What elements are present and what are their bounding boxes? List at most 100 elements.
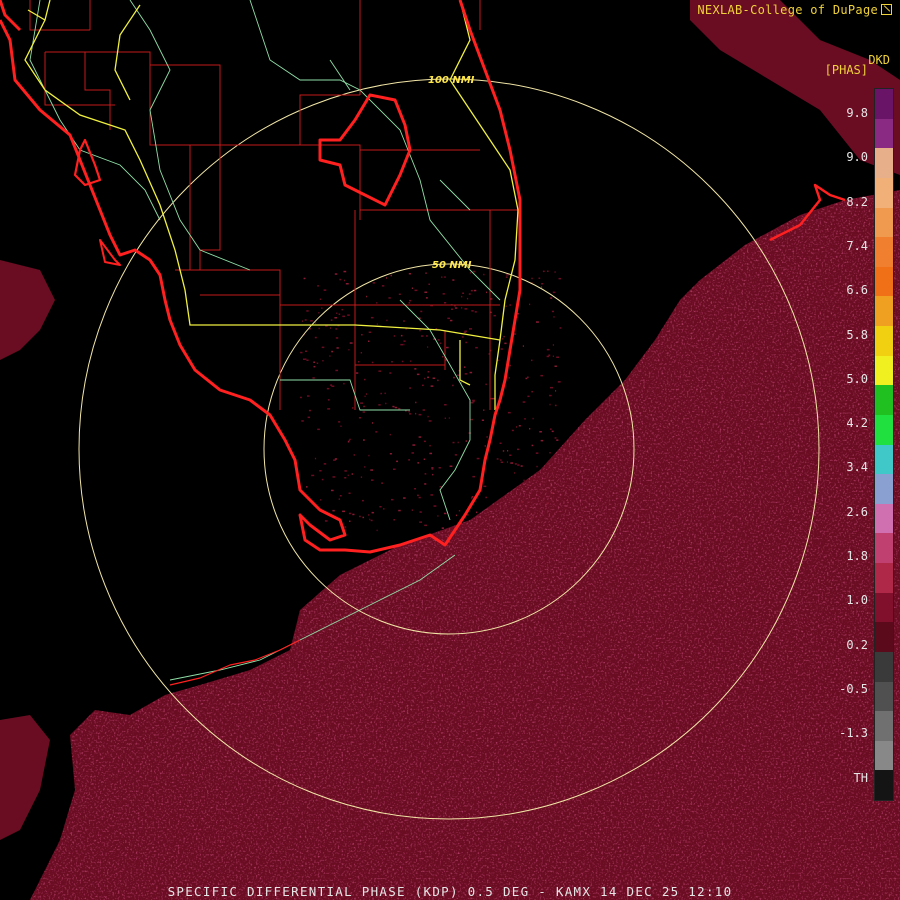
clutter-speck <box>552 355 554 357</box>
clutter-speck <box>368 514 370 516</box>
clutter-speck <box>400 334 403 337</box>
clutter-speck <box>447 317 450 320</box>
clutter-speck <box>400 343 403 346</box>
clutter-speck <box>368 331 372 333</box>
clutter-speck <box>466 297 469 300</box>
clutter-speck <box>310 320 313 322</box>
clutter-speck <box>549 452 551 454</box>
clutter-speck <box>550 297 553 299</box>
clutter-speck <box>516 426 518 428</box>
clutter-speck <box>348 512 352 515</box>
product-footer: SPECIFIC DIFFERENTIAL PHASE (KDP) 0.5 DE… <box>167 884 733 899</box>
clutter-speck <box>470 272 472 274</box>
clutter-speck <box>474 289 477 292</box>
clutter-speck <box>507 411 511 414</box>
clutter-speck <box>529 428 531 430</box>
clutter-speck <box>336 347 339 349</box>
colorbar-tick-label: 8.2 <box>846 194 868 209</box>
clutter-speck <box>476 457 480 460</box>
clutter-speck <box>348 492 351 494</box>
clutter-speck <box>339 495 342 497</box>
colorbar-units: [PHAS] <box>824 63 868 77</box>
clutter-speck <box>352 513 355 516</box>
clutter-speck <box>464 308 468 310</box>
colorbar-swatch <box>875 622 893 652</box>
clutter-speck <box>341 308 344 311</box>
clutter-speck <box>411 287 413 289</box>
clutter-speck <box>363 405 366 408</box>
clutter-speck <box>326 387 330 390</box>
clutter-speck <box>394 406 398 409</box>
clutter-speck <box>452 441 455 444</box>
clutter-speck <box>307 416 310 419</box>
clutter-speck <box>454 307 458 309</box>
clutter-speck <box>344 526 347 528</box>
clutter-speck <box>408 302 411 304</box>
clutter-speck <box>369 518 371 521</box>
clutter-speck <box>493 314 496 317</box>
colorbar-tick-label: TH <box>853 770 868 785</box>
clutter-speck <box>364 466 366 468</box>
echo-southwest <box>0 715 50 840</box>
clutter-speck <box>376 323 378 325</box>
clutter-speck <box>506 274 509 276</box>
clutter-speck <box>502 450 505 452</box>
clutter-speck <box>541 283 544 285</box>
clutter-speck <box>317 285 319 287</box>
clutter-speck <box>449 465 453 467</box>
clutter-speck <box>423 440 426 443</box>
colorbar-swatch <box>875 266 893 297</box>
clutter-speck <box>339 278 342 281</box>
clutter-speck <box>451 308 453 310</box>
clutter-speck <box>472 475 475 478</box>
clutter-speck <box>321 346 325 349</box>
clutter-speck <box>467 514 469 516</box>
clutter-speck <box>427 415 429 418</box>
clutter-speck <box>506 461 508 463</box>
clutter-speck <box>323 289 327 291</box>
clutter-speck <box>363 439 365 441</box>
clutter-speck <box>355 372 359 374</box>
colorbar-swatch <box>875 148 893 178</box>
clutter-speck <box>556 464 560 466</box>
clutter-speck <box>428 283 430 285</box>
clutter-speck <box>437 339 440 341</box>
clutter-speck <box>423 458 426 460</box>
clutter-speck <box>371 479 374 481</box>
clutter-speck <box>465 440 467 442</box>
clutter-speck <box>464 373 468 375</box>
clutter-speck <box>444 276 446 278</box>
clutter-speck <box>551 477 555 480</box>
clutter-speck <box>552 291 556 294</box>
clutter-speck <box>403 497 406 499</box>
clutter-speck <box>410 360 412 362</box>
external-link-icon[interactable] <box>881 4 892 15</box>
clutter-speck <box>465 341 468 344</box>
clutter-speck <box>358 417 362 419</box>
clutter-speck <box>418 496 421 499</box>
clutter-speck <box>433 505 437 507</box>
colorbar-swatch <box>875 474 893 504</box>
clutter-speck <box>317 428 320 431</box>
clutter-speck <box>427 371 430 373</box>
clutter-speck <box>322 360 324 362</box>
colorbar-tick-label: 9.8 <box>846 106 868 120</box>
clutter-speck <box>393 468 396 470</box>
clutter-speck <box>351 473 354 475</box>
clutter-speck <box>342 315 345 318</box>
clutter-speck <box>540 439 544 442</box>
clutter-speck <box>458 510 461 512</box>
clutter-speck <box>335 337 339 339</box>
clutter-speck <box>526 484 529 486</box>
clutter-speck <box>549 394 552 397</box>
clutter-speck <box>338 421 341 423</box>
clutter-speck <box>364 395 366 398</box>
clutter-speck <box>441 527 444 529</box>
clutter-speck <box>557 381 561 383</box>
echo-north-streak <box>690 0 900 175</box>
clutter-speck <box>546 355 549 358</box>
clutter-speck <box>420 310 423 313</box>
clutter-speck <box>359 515 361 518</box>
clutter-speck <box>308 409 312 412</box>
clutter-speck <box>461 336 464 338</box>
